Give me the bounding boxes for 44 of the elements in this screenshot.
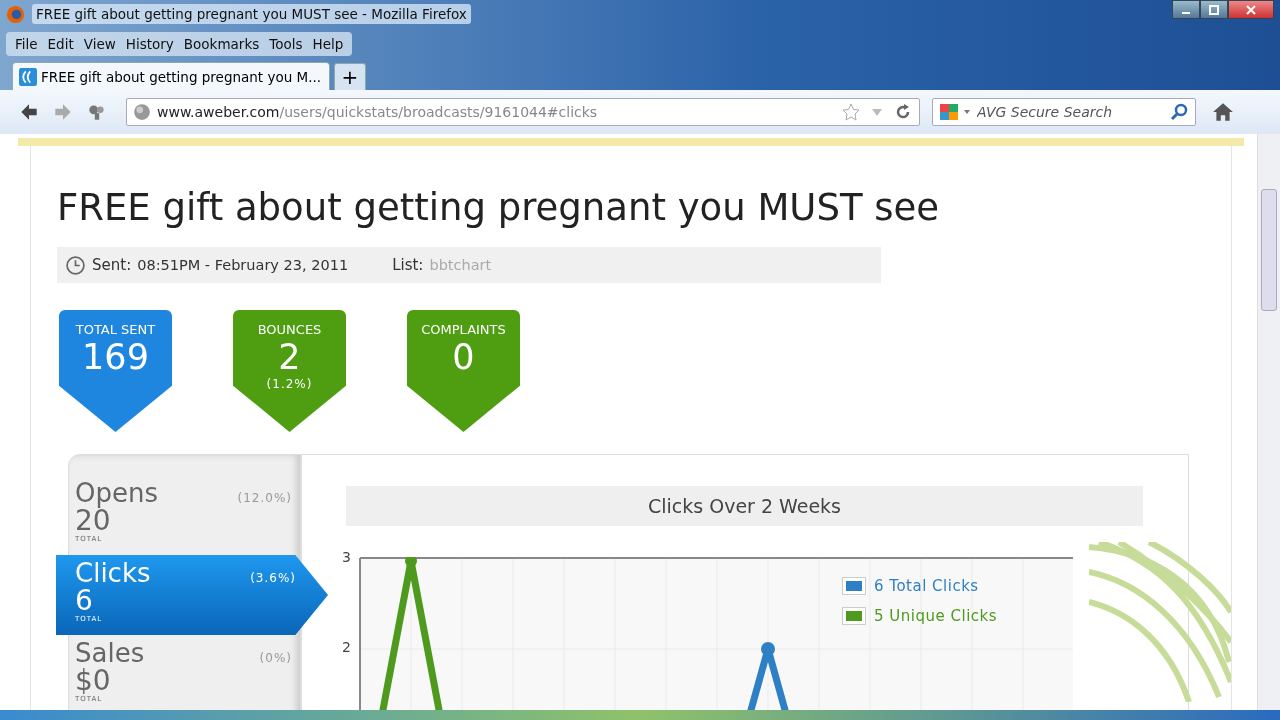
stat-badge: BOUNCES 2 (1.2%): [233, 310, 346, 432]
chart-title: Clicks Over 2 Weeks: [346, 486, 1143, 526]
legend-swatch: [842, 577, 866, 595]
minimize-button[interactable]: [1172, 0, 1200, 19]
menu-item[interactable]: Bookmarks: [178, 34, 265, 54]
legend-swatch: [842, 607, 866, 625]
address-bar[interactable]: www.aweber.com/users/quickstats/broadcasts/9161044#clicks: [126, 98, 920, 126]
menu-item[interactable]: View: [78, 34, 121, 54]
scrollbar[interactable]: [1257, 134, 1280, 710]
stat-badge: COMPLAINTS 0: [407, 310, 520, 432]
menu-item[interactable]: History: [120, 34, 179, 54]
close-button[interactable]: [1228, 0, 1274, 19]
list-name: bbtchart: [429, 257, 492, 273]
search-icon[interactable]: [1169, 102, 1189, 122]
menu-item[interactable]: Edit: [42, 34, 79, 54]
window-title: FREE gift about getting pregnant you MUST see - Mozilla Firefox: [32, 4, 471, 24]
axis-tick-label: 3: [342, 548, 351, 566]
legend-label: 5 Unique Clicks: [874, 607, 998, 625]
search-bar[interactable]: AVG Secure Search: [932, 98, 1196, 126]
minimize-icon: [1182, 11, 1190, 14]
list-label: List:: [392, 256, 424, 274]
maximize-button[interactable]: [1200, 0, 1228, 19]
bookmark-star-icon[interactable]: [841, 102, 861, 122]
clock-icon: [65, 254, 86, 276]
browser-logo-icon: [6, 4, 25, 24]
maximize-icon: [1209, 4, 1219, 15]
page-heading: FREE gift about getting pregnant you MUST see: [57, 186, 941, 229]
sent-label: Sent:: [92, 256, 132, 274]
caret-icon[interactable]: [963, 108, 971, 116]
close-icon: [1246, 4, 1256, 15]
browser-tab[interactable]: FREE gift about getting pregnant you M...: [12, 62, 330, 90]
search-field[interactable]: AVG Secure Search: [975, 103, 1165, 121]
axis-tick-label: 2: [342, 638, 351, 656]
legend-label: 6 Total Clicks: [874, 577, 979, 595]
menu-item[interactable]: Help: [307, 34, 349, 54]
menu-item[interactable]: Tools: [264, 34, 308, 54]
search-engine-logo-icon[interactable]: [939, 102, 959, 122]
menu-item[interactable]: File: [10, 34, 43, 54]
new-tab-button[interactable]: +: [334, 63, 366, 90]
sent-date: 08:51PM - February 23, 2011: [137, 257, 349, 273]
stat-badge: TOTAL SENT 169: [59, 310, 172, 432]
favicon-icon: [19, 67, 37, 86]
globe-icon: [133, 103, 151, 121]
home-icon[interactable]: [1212, 101, 1234, 123]
